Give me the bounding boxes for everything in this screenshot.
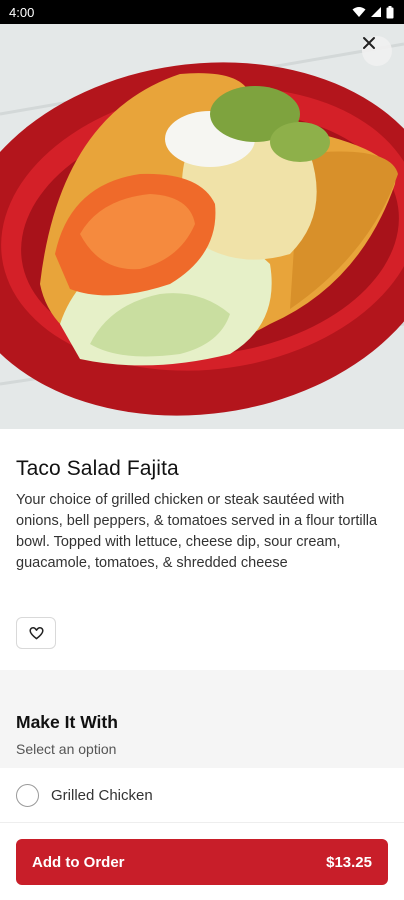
option-label: Grilled Chicken bbox=[51, 786, 153, 804]
section-title: Make It With bbox=[16, 712, 118, 732]
wifi-icon bbox=[352, 7, 366, 17]
status-icons bbox=[352, 5, 394, 19]
status-time: 4:00 bbox=[9, 4, 35, 20]
add-to-order-button[interactable]: Add to Order $13.25 bbox=[16, 839, 388, 885]
modifier-section: Make It With Select an option bbox=[0, 670, 404, 768]
signal-icon bbox=[371, 7, 381, 17]
option-radio[interactable] bbox=[16, 783, 39, 807]
battery-icon bbox=[386, 5, 394, 18]
price-label: $13.25 bbox=[326, 853, 372, 871]
status-bar: 4:00 bbox=[0, 0, 404, 24]
footer-bar: Add to Order $13.25 bbox=[0, 823, 404, 900]
item-details: Taco Salad Fajita Your choice of grilled… bbox=[0, 429, 404, 670]
item-photo bbox=[0, 24, 404, 429]
option-row[interactable]: Grilled Chicken bbox=[0, 768, 404, 823]
taco-salad-illustration bbox=[0, 24, 404, 429]
item-description: Your choice of grilled chicken or steak … bbox=[16, 492, 378, 571]
add-to-order-label: Add to Order bbox=[32, 853, 125, 871]
section-subtitle: Select an option bbox=[16, 741, 117, 757]
item-title: Taco Salad Fajita bbox=[16, 457, 179, 480]
close-icon bbox=[363, 37, 375, 49]
close-button[interactable] bbox=[362, 36, 392, 66]
heart-icon bbox=[28, 626, 44, 640]
favorite-button[interactable] bbox=[16, 617, 56, 649]
